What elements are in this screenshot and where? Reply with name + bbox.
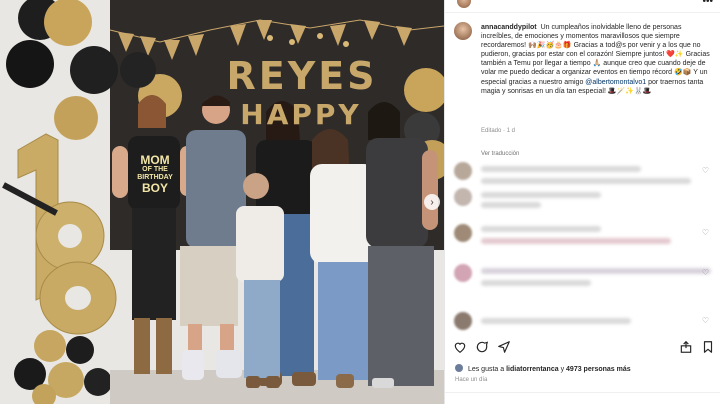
post-side-panel: ••• annacanddypilot Un cumpleaños inolvi… — [444, 0, 720, 404]
blurred-comment-text — [481, 280, 591, 286]
carousel-next-button[interactable]: › — [424, 194, 440, 210]
post-caption: annacanddypilot Un cumpleaños inolvidabl… — [481, 23, 713, 96]
likes-user[interactable]: lidiatorrentanca — [506, 366, 559, 373]
comment-row — [451, 188, 715, 214]
more-icon[interactable]: ••• — [702, 0, 713, 7]
comment-avatar — [454, 188, 472, 206]
blurred-comment-text — [481, 318, 631, 324]
comment-avatar — [454, 312, 472, 330]
blurred-comment-text — [481, 226, 601, 232]
caption-mention[interactable]: @albertomontalvo1 — [585, 79, 646, 86]
blurred-comment-text — [481, 238, 671, 244]
banner-title: REYES — [226, 54, 378, 98]
caption-avatar[interactable] — [454, 22, 472, 40]
comment-avatar — [454, 224, 472, 242]
post-actions — [453, 340, 715, 356]
likes-prefix: Les gusta a — [467, 366, 505, 373]
heart-icon[interactable]: ♡ — [702, 268, 709, 277]
heart-icon[interactable]: ♡ — [702, 228, 709, 237]
shirt-line-1: MOM — [140, 153, 170, 167]
shirt-line-2: OF THE — [142, 166, 168, 173]
blurred-comment-text — [481, 192, 601, 198]
comment-row: ♡ — [451, 162, 715, 188]
shirt-print: MOM OF THE BIRTHDAY BOY — [130, 154, 180, 194]
see-translation-link[interactable]: Ver traducción — [481, 151, 519, 157]
blurred-comment-text — [481, 268, 711, 274]
likes-connector: y — [560, 366, 565, 373]
share-icon[interactable] — [497, 340, 513, 356]
liker-avatar — [455, 364, 463, 372]
comment-avatar — [454, 264, 472, 282]
blurred-comment-text — [481, 202, 541, 208]
heart-icon[interactable] — [453, 340, 469, 356]
add-comment-bar[interactable] — [445, 392, 720, 405]
comment-avatar — [454, 162, 472, 180]
likes-summary: Les gusta a lidiatorrentanca y 4973 pers… — [455, 364, 631, 373]
banner-subtitle: HAPPY — [240, 98, 362, 131]
comment-row: ♡ — [451, 312, 715, 338]
chevron-right-icon: › — [430, 196, 434, 208]
post-photo[interactable]: REYES HAPPY MOM OF THE BIRTHDAY BOY › — [0, 0, 444, 404]
blurred-comment-text — [481, 166, 641, 172]
comment-row: ♡ — [451, 264, 715, 290]
share-to-story-icon[interactable] — [679, 340, 695, 356]
post-header: ••• — [445, 0, 720, 13]
post-time: Hace un día — [455, 377, 488, 383]
save-icon[interactable] — [701, 340, 717, 356]
shirt-line-4: BOY — [141, 181, 168, 195]
heart-icon[interactable]: ♡ — [702, 316, 709, 325]
author-avatar[interactable] — [457, 0, 471, 8]
blurred-comment-text — [481, 178, 691, 184]
shirt-line-3: BIRTHDAY — [137, 174, 173, 181]
caption-meta: Editado · 1 d — [481, 128, 516, 134]
heart-icon[interactable]: ♡ — [702, 166, 709, 175]
comment-row: ♡ — [451, 224, 715, 250]
caption-username[interactable]: annacanddypilot — [481, 24, 537, 31]
comment-icon[interactable] — [475, 340, 491, 356]
likes-count[interactable]: 4973 personas más — [566, 366, 631, 373]
